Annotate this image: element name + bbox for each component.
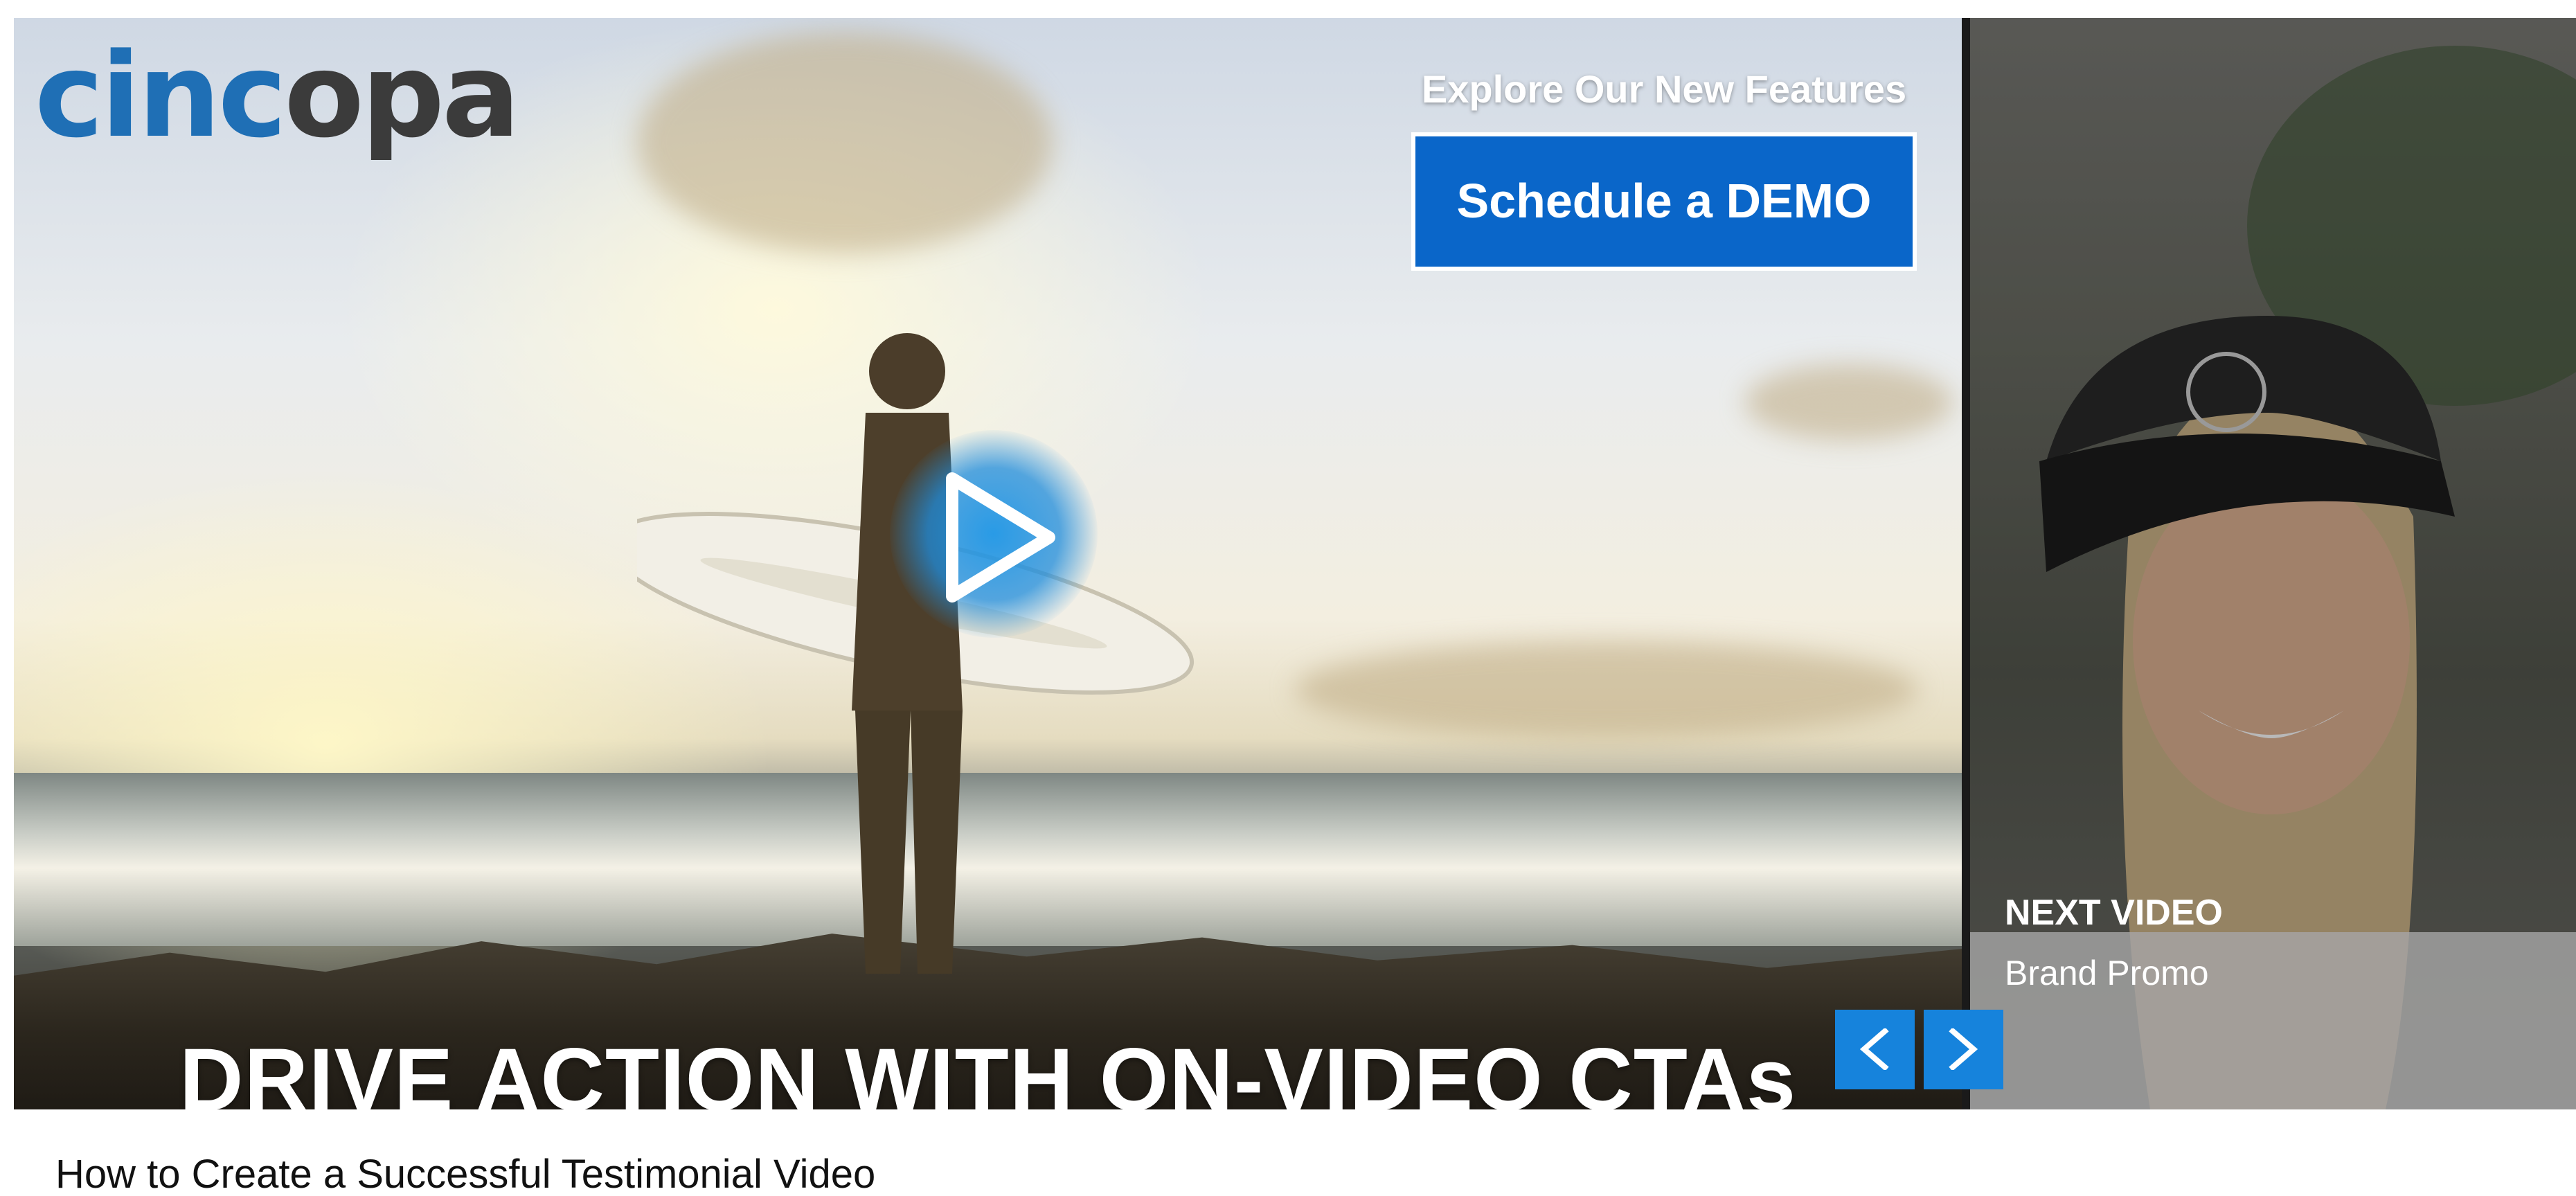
cloud [637, 32, 1053, 253]
cta-title: Explore Our New Features [1421, 67, 1907, 111]
next-video-button[interactable] [1924, 1010, 2003, 1089]
logo-text-primary: cinc [35, 28, 287, 163]
previous-video-button[interactable] [1835, 1010, 1915, 1089]
cloud [1745, 364, 1953, 440]
surfer-silhouette [637, 333, 1195, 974]
next-video-label: NEXT VIDEO [2005, 893, 2223, 933]
logo-text-secondary: pa [361, 28, 521, 163]
play-button[interactable] [890, 430, 1098, 638]
video-headline: DRIVE ACTION WITH ON-VIDEO CTAs [179, 1030, 1796, 1109]
play-icon [946, 472, 1055, 603]
next-video-panel[interactable]: NEXT VIDEO Brand Promo [1970, 18, 2576, 1109]
next-video-title[interactable]: Brand Promo [2005, 953, 2209, 993]
schedule-demo-button[interactable]: Schedule a DEMO [1411, 132, 1917, 271]
cta-panel: Explore Our New Features Schedule a DEMO [1411, 66, 1917, 271]
thumbnail-overlay [1970, 18, 2576, 1109]
cloud [1295, 641, 1918, 738]
cincopa-logo[interactable]: cincopa [35, 37, 520, 154]
logo-text-o: o [284, 28, 364, 163]
video-player[interactable]: cincopa Explore Our New Features Schedul… [14, 18, 1962, 1109]
chevron-left-icon [1859, 1028, 1889, 1070]
video-caption: How to Create a Successful Testimonial V… [55, 1152, 876, 1196]
chevron-right-icon [1949, 1028, 1978, 1070]
panel-divider [1962, 18, 1970, 1109]
